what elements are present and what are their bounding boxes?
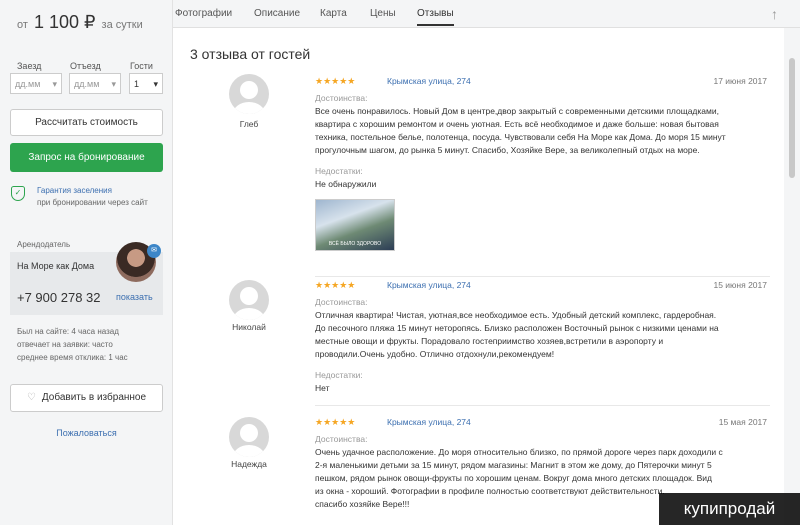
chevron-down-icon: ▾: [153, 79, 158, 89]
divider: [315, 405, 770, 406]
heart-icon: ♡: [26, 392, 36, 403]
checkout-select[interactable]: дд.мм ▾: [69, 73, 121, 94]
price-prefix: от: [17, 19, 28, 31]
checkin-label: Заезд: [17, 61, 42, 71]
watermark-logo: купипродай: [659, 493, 800, 525]
tab-prices[interactable]: Цены: [370, 8, 396, 19]
review-address[interactable]: Крымская улица, 274: [387, 417, 471, 427]
review-date: 15 мая 2017: [718, 417, 767, 427]
add-favorite-label: Добавить в избранное: [41, 392, 147, 403]
text-line: квартира с хорошим ремонтом и очень уютн…: [315, 119, 719, 129]
photo-caption: ВСЁ БЫЛО ЗДОРОВО: [328, 241, 382, 247]
landlord-label: Арендодатель: [17, 240, 71, 249]
review-address[interactable]: Крымская улица, 274: [387, 76, 471, 86]
calc-price-button[interactable]: Рассчитать стоимость: [10, 109, 163, 136]
arrow-up-icon[interactable]: ↑: [771, 6, 778, 22]
review-date: 15 июня 2017: [713, 280, 767, 290]
user-avatar-icon: [229, 280, 269, 320]
tab-reviews[interactable]: Отзывы: [417, 8, 454, 26]
guests-select[interactable]: 1 ▾: [129, 73, 163, 94]
guarantee-link[interactable]: Гарантия заселения: [37, 186, 112, 195]
rating-stars: ★★★★★: [315, 280, 356, 290]
text-line: пешком, рядом рынок овощи-фрукты по хоро…: [315, 473, 713, 483]
message-icon: ✉: [147, 244, 161, 258]
checkout-label: Отъезд: [70, 61, 101, 71]
divider: [315, 276, 770, 277]
pros-text: Все очень понравилось. Новый Дом в центр…: [315, 105, 770, 157]
reviewer-name: Глеб: [239, 119, 259, 129]
chevron-down-icon: ▾: [111, 79, 116, 89]
response-time: среднее время отклика: 1 час: [17, 353, 128, 362]
reviewer-name: Николай: [232, 322, 266, 332]
price-suffix: за сутки: [101, 19, 143, 31]
user-avatar-icon: [229, 74, 269, 114]
guarantee-note: при бронировании через сайт: [37, 198, 148, 207]
scrollbar-thumb[interactable]: [789, 58, 795, 178]
guests-value: 1: [134, 79, 140, 89]
price-value: 1 100 ₽: [33, 12, 96, 32]
add-favorite-button[interactable]: ♡ Добавить в избранное: [10, 384, 163, 412]
user-avatar-icon: [229, 417, 269, 457]
review-photo[interactable]: ВСЁ БЫЛО ЗДОРОВО: [315, 199, 395, 251]
reviews-panel: 3 отзыва от гостей Глеб ★★★★★ Крымская у…: [173, 28, 784, 525]
rating-stars: ★★★★★: [315, 417, 356, 427]
tabs-bar: Фотографии Описание Карта Цены Отзывы ↑: [173, 0, 800, 28]
reply-rate: отвечает на заявки: часто: [17, 340, 113, 349]
last-seen: Был на сайте: 4 часа назад: [17, 327, 119, 336]
text-line: До песочного пляжа 15 минут неторопясь. …: [315, 323, 719, 333]
show-phone-link[interactable]: показать: [116, 292, 153, 302]
pros-label: Достоинства:: [315, 434, 368, 444]
tab-description[interactable]: Описание: [254, 8, 300, 19]
cons-text: Нет: [315, 383, 330, 393]
tab-map[interactable]: Карта: [320, 8, 347, 19]
price-block: от 1 100 ₽ за сутки: [17, 12, 143, 33]
rating-stars: ★★★★★: [315, 76, 356, 86]
pros-text: Отличная квартира! Чистая, уютная,все не…: [315, 309, 770, 361]
scrollbar[interactable]: [784, 28, 800, 525]
cons-label: Недостатки:: [315, 370, 363, 380]
text-line: Очень удачное расположение. До моря отно…: [315, 447, 723, 457]
review-date: 17 июня 2017: [713, 76, 767, 86]
complain-link[interactable]: Пожаловаться: [0, 428, 173, 438]
sidebar: от 1 100 ₽ за сутки Заезд Отъезд Гости д…: [0, 0, 173, 525]
reviews-heading: 3 отзыва от гостей: [190, 46, 311, 62]
checkout-value: дд.мм: [74, 79, 100, 89]
tab-photos[interactable]: Фотографии: [175, 8, 232, 19]
phone-number: +7 900 278 32: [17, 290, 101, 305]
checkin-select[interactable]: дд.мм ▾: [10, 73, 62, 94]
text-line: местные овощи и фрукты. Порадовало госте…: [315, 336, 664, 346]
review-address[interactable]: Крымская улица, 274: [387, 280, 471, 290]
cons-label: Недостатки:: [315, 166, 363, 176]
pros-label: Достоинства:: [315, 297, 368, 307]
cons-text: Не обнаружили: [315, 179, 377, 189]
text-line: проводили.Очень удобно. Отлично отдохнул…: [315, 349, 555, 359]
landlord-name[interactable]: На Море как Дома: [17, 261, 94, 271]
reviewer-name: Надежда: [231, 459, 267, 469]
text-line: Отличная квартира! Чистая, уютная,все не…: [315, 310, 717, 320]
text-line: прогулочным шагом, до рынка 5 минут. Спа…: [315, 145, 700, 155]
checkin-value: дд.мм: [15, 79, 41, 89]
text-line: Все очень понравилось. Новый Дом в центр…: [315, 106, 719, 116]
guests-label: Гости: [130, 61, 153, 71]
text-line: 2-я маленькими детьми за 15 минут, рядом…: [315, 460, 712, 470]
pros-label: Достоинства:: [315, 93, 368, 103]
booking-request-button[interactable]: Запрос на бронирование: [10, 143, 163, 172]
text-line: техника, постельное белье, полотенца, по…: [315, 132, 726, 142]
chevron-down-icon: ▾: [52, 79, 57, 89]
shield-icon: ✓: [11, 186, 25, 201]
